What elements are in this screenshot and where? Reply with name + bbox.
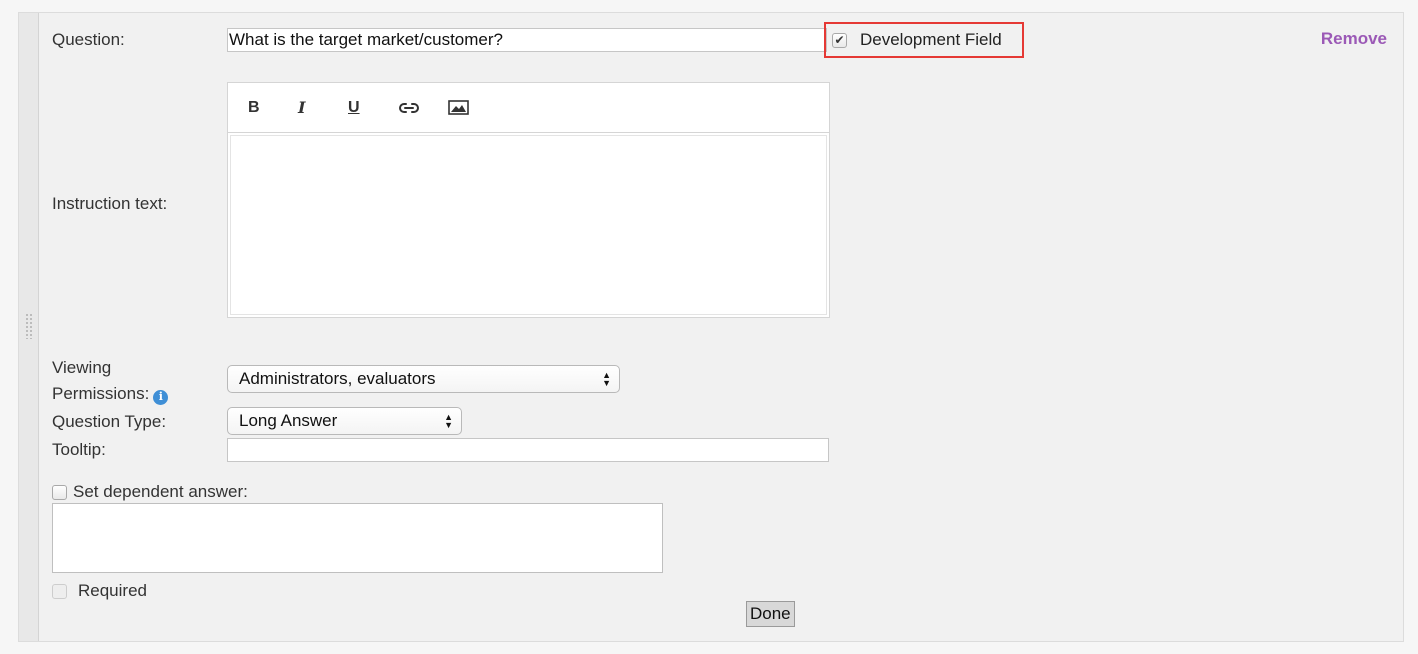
dependent-answer-textarea[interactable] (52, 503, 663, 573)
development-field-highlight: ✔ Development Field (824, 22, 1024, 58)
image-button[interactable] (440, 93, 490, 123)
question-type-select[interactable]: Long Answer ▲ ▼ (227, 407, 462, 435)
question-editor-panel: Question: ✔ Development Field Remove Ins… (18, 12, 1404, 642)
required-checkbox[interactable] (52, 583, 67, 599)
done-button[interactable]: Done (746, 601, 795, 627)
required-row: Required (52, 581, 147, 601)
question-type-label: Question Type: (52, 412, 167, 431)
link-icon (399, 102, 419, 113)
instruction-text-label: Instruction text: (52, 194, 168, 213)
grip-dots-icon[interactable] (25, 313, 33, 339)
bold-button[interactable]: B (240, 93, 290, 123)
tooltip-label: Tooltip: (52, 440, 106, 459)
info-icon[interactable]: i (153, 389, 169, 405)
tooltip-input[interactable] (227, 438, 829, 462)
dependent-answer-row: Set dependent answer: (52, 482, 248, 502)
image-icon (448, 100, 469, 115)
select-arrows-icon: ▲ ▼ (444, 412, 453, 430)
question-type-value: Long Answer (239, 411, 338, 430)
question-input[interactable] (227, 28, 827, 52)
editor-toolbar: B I U (228, 83, 829, 133)
dependent-answer-checkbox[interactable] (52, 484, 67, 500)
remove-link[interactable]: Remove (1321, 29, 1387, 49)
viewing-permissions-select[interactable]: Administrators, evaluators ▲ ▼ (227, 365, 620, 393)
viewing-permissions-label-line1: Viewing (52, 358, 112, 377)
development-field-label: Development Field (860, 30, 1002, 49)
select-arrows-icon: ▲ ▼ (602, 370, 611, 388)
dependent-answer-label: Set dependent answer: (73, 482, 248, 501)
link-button[interactable] (390, 93, 440, 123)
drag-handle[interactable] (19, 13, 39, 641)
required-label: Required (78, 581, 147, 600)
question-label: Question: (52, 30, 125, 49)
viewing-permissions-label-line2: Permissions: (52, 384, 150, 403)
underline-button[interactable]: U (340, 93, 390, 123)
viewing-permissions-value: Administrators, evaluators (239, 369, 436, 388)
instruction-text-area[interactable] (230, 135, 827, 315)
italic-button[interactable]: I (290, 93, 340, 123)
rich-text-editor: B I U (227, 82, 830, 318)
viewing-permissions-label: Permissions: i (52, 383, 169, 405)
development-field-checkbox[interactable]: ✔ (832, 32, 847, 48)
